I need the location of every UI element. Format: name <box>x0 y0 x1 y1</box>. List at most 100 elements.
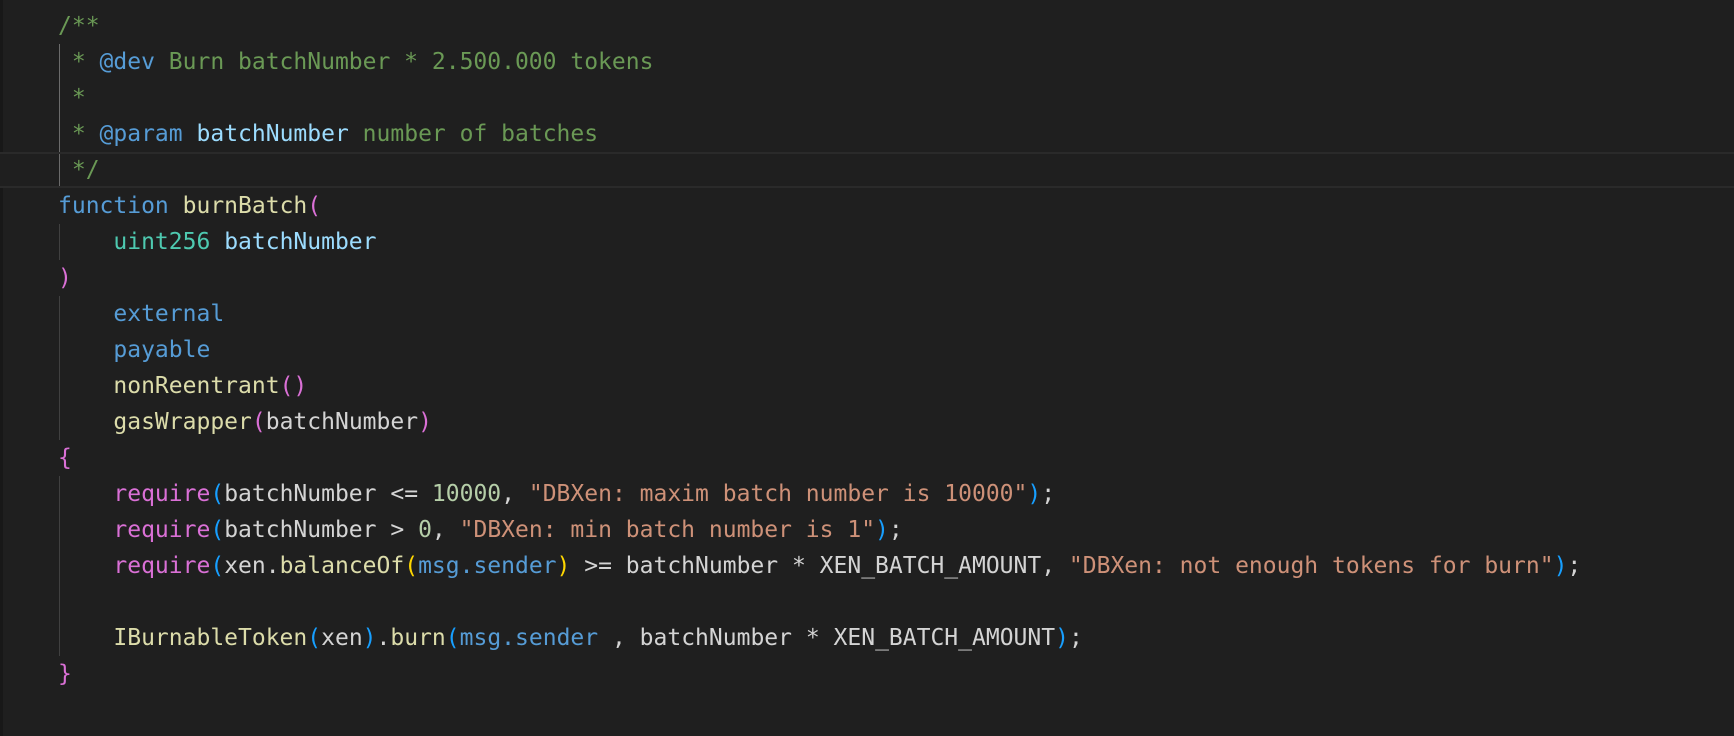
bracket-token: { <box>58 445 72 471</box>
expression-token: batchNumber <= <box>224 481 432 507</box>
code-line[interactable]: gasWrapper(batchNumber) <box>0 404 1734 440</box>
code-line[interactable]: payable <box>0 332 1734 368</box>
punctuation-token: ; <box>1567 553 1582 579</box>
code-line[interactable]: * @param batchNumber number of batches <box>0 116 1734 152</box>
punctuation-token: ; <box>1041 481 1056 507</box>
bracket-token: ) <box>875 517 889 543</box>
bracket-token: ( <box>251 409 266 435</box>
indent-guide <box>59 332 60 368</box>
doc-tag-token: @dev <box>99 49 155 75</box>
bracket-token: ) <box>1055 625 1069 651</box>
indent-guide <box>59 116 60 152</box>
code-line-empty[interactable] <box>0 584 1734 620</box>
require-keyword-token: require <box>113 517 211 543</box>
bracket-token: ( <box>307 193 322 219</box>
bracket-token: ) <box>418 409 432 435</box>
comment-token: /** <box>58 13 100 39</box>
code-line[interactable]: { <box>0 440 1734 476</box>
code-line[interactable]: * @dev Burn batchNumber * 2.500.000 toke… <box>0 44 1734 80</box>
code-line-current[interactable]: */ <box>0 152 1734 188</box>
doc-tag-token: @param <box>99 121 183 147</box>
code-line[interactable]: IBurnableToken(xen).burn(msg.sender , ba… <box>0 620 1734 656</box>
modifier-token: nonReentrant <box>113 373 280 399</box>
indent-guide <box>59 368 60 404</box>
number-token: 0 <box>418 517 432 543</box>
code-line[interactable]: function burnBatch( <box>0 188 1734 224</box>
expression-token: batchNumber > <box>224 517 419 543</box>
comment-token: number of batches <box>348 121 599 147</box>
bracket-token: ( <box>210 517 225 543</box>
identifier-token: xen. <box>224 553 280 579</box>
code-line[interactable]: require(batchNumber <= 10000, "DBXen: ma… <box>0 476 1734 512</box>
bracket-token: ) <box>556 553 571 579</box>
builtin-token: msg.sender <box>418 553 557 579</box>
punctuation-token: ; <box>888 517 903 543</box>
code-line[interactable]: ) <box>0 260 1734 296</box>
keyword-token: function <box>58 193 169 219</box>
code-line[interactable]: nonReentrant() <box>0 368 1734 404</box>
bracket-token: ) <box>1027 481 1042 507</box>
indent-guide <box>59 404 60 440</box>
indent-guide <box>59 154 60 186</box>
modifier-token: gasWrapper <box>113 409 252 435</box>
comment-token: * <box>58 85 86 111</box>
function-call-token: burn <box>390 625 446 651</box>
code-line[interactable]: } <box>0 656 1734 692</box>
type-token: uint256 <box>113 229 211 255</box>
bracket-token: ( <box>404 553 419 579</box>
parameter-token: batchNumber <box>224 229 377 255</box>
code-line[interactable]: require(batchNumber > 0, "DBXen: min bat… <box>0 512 1734 548</box>
string-token: "DBXen: maxim batch number is 10000" <box>528 481 1028 507</box>
require-keyword-token: require <box>113 553 211 579</box>
indent-guide <box>59 44 60 80</box>
require-keyword-token: require <box>113 481 211 507</box>
code-line[interactable]: external <box>0 296 1734 332</box>
indent-guide <box>59 80 60 116</box>
code-line[interactable]: uint256 batchNumber <box>0 224 1734 260</box>
code-line[interactable]: /** <box>0 8 1734 44</box>
comment-token: */ <box>58 157 100 183</box>
indent-guide <box>59 548 60 584</box>
punctuation-token: . <box>376 625 391 651</box>
indent-guide <box>59 512 60 548</box>
code-line[interactable]: require(xen.balanceOf(msg.sender) >= bat… <box>0 548 1734 584</box>
indent-guide <box>59 224 60 260</box>
keyword-token: external <box>113 301 225 327</box>
string-token: "DBXen: min batch number is 1" <box>459 517 876 543</box>
string-token: "DBXen: not enough tokens for burn" <box>1068 553 1554 579</box>
function-name-token: burnBatch <box>182 193 308 219</box>
keyword-token: payable <box>113 337 211 363</box>
punctuation-token: , <box>501 481 529 507</box>
code-line[interactable]: * <box>0 80 1734 116</box>
bracket-token: ( <box>210 553 225 579</box>
punctuation-token: , <box>431 517 460 543</box>
code-area[interactable]: /** * @dev Burn batchNumber * 2.500.000 … <box>0 8 1734 692</box>
code-editor[interactable]: /** * @dev Burn batchNumber * 2.500.000 … <box>0 0 1734 736</box>
indent-guide <box>59 296 60 332</box>
indent-guide <box>59 476 60 512</box>
comment-token: * <box>58 121 100 147</box>
bracket-token: ( <box>445 625 460 651</box>
bracket-token: ( <box>307 625 322 651</box>
identifier-token: batchNumber <box>265 409 419 435</box>
bracket-token: () <box>279 373 308 399</box>
bracket-token: ) <box>58 265 72 291</box>
comment-token <box>183 121 197 147</box>
punctuation-token: ; <box>1068 625 1083 651</box>
expression-token: , batchNumber * XEN_BATCH_AMOUNT <box>598 625 1056 651</box>
comment-token: Burn batchNumber * 2.500.000 tokens <box>154 49 654 75</box>
interface-name-token: IBurnableToken <box>113 625 308 651</box>
builtin-token: msg.sender <box>459 625 599 651</box>
bracket-token: ) <box>1553 553 1568 579</box>
indent-guide <box>59 620 60 656</box>
number-token: 10000 <box>431 481 502 507</box>
